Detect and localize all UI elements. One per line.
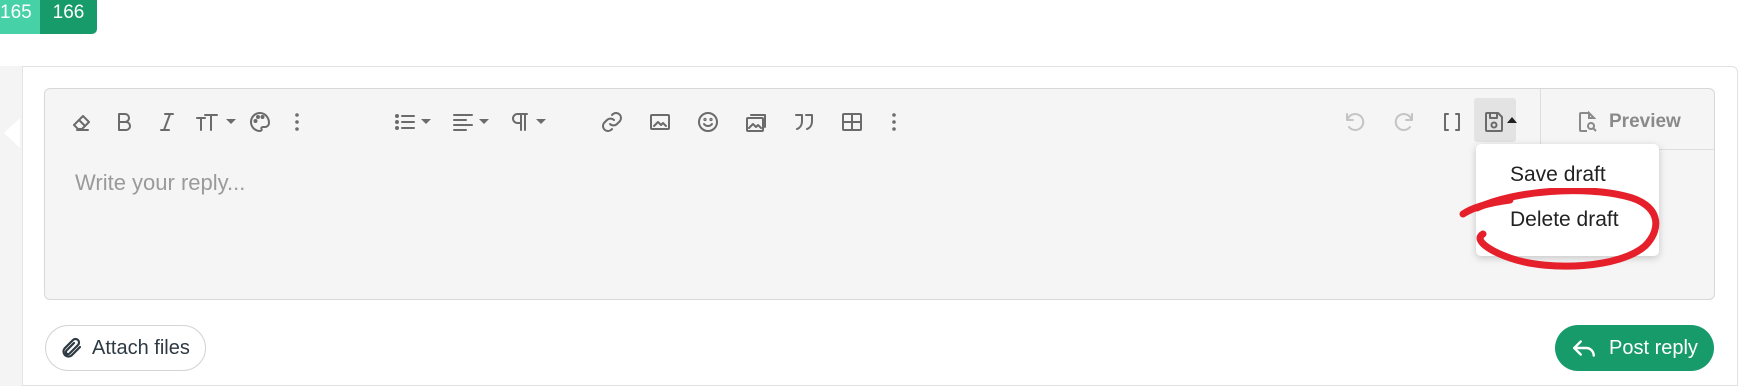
- speech-arrow: [4, 118, 20, 148]
- smiley-icon[interactable]: [691, 105, 725, 139]
- chevron-down-icon: [421, 119, 431, 124]
- chevron-down-icon: [226, 119, 236, 124]
- post-reply-button[interactable]: Post reply: [1555, 325, 1714, 371]
- save-draft-icon[interactable]: [1477, 105, 1511, 139]
- preview-label: Preview: [1609, 111, 1681, 132]
- quote-icon[interactable]: [787, 105, 821, 139]
- reply-placeholder: Write your reply...: [75, 170, 246, 195]
- more-vertical-icon[interactable]: [280, 105, 314, 139]
- list-icon[interactable]: [388, 105, 422, 139]
- page-link-165[interactable]: 165: [0, 0, 40, 34]
- table-icon[interactable]: [835, 105, 869, 139]
- paragraph-icon[interactable]: [503, 105, 537, 139]
- palette-icon[interactable]: [243, 105, 277, 139]
- preview-button[interactable]: Preview: [1575, 108, 1681, 136]
- paperclip-icon: [62, 337, 82, 358]
- toolbar-divider: [1540, 89, 1541, 149]
- align-icon[interactable]: [446, 105, 480, 139]
- avatar-gutter: [0, 66, 23, 386]
- attach-files-button[interactable]: Attach files: [45, 325, 206, 371]
- image-icon[interactable]: [643, 105, 677, 139]
- bold-icon[interactable]: [107, 105, 141, 139]
- link-icon[interactable]: [595, 105, 629, 139]
- file-search-icon: [1579, 110, 1597, 132]
- red-annotation-circle: [1459, 188, 1660, 270]
- undo-icon[interactable]: [1338, 105, 1372, 139]
- italic-icon[interactable]: [150, 105, 184, 139]
- chevron-up-icon: [1507, 117, 1517, 123]
- media-icon[interactable]: [739, 105, 773, 139]
- attach-files-label: Attach files: [92, 336, 190, 359]
- more-vertical-icon[interactable]: [877, 105, 911, 139]
- page-current-166[interactable]: 166: [40, 0, 97, 34]
- save-draft-item[interactable]: Save draft: [1510, 163, 1606, 187]
- chevron-down-icon: [536, 119, 546, 124]
- post-reply-label: Post reply: [1609, 336, 1698, 359]
- redo-icon[interactable]: [1387, 105, 1421, 139]
- reply-icon: [1573, 340, 1595, 357]
- bracket-toggle-icon[interactable]: [1435, 105, 1469, 139]
- eraser-icon[interactable]: [65, 105, 99, 139]
- text-size-icon[interactable]: [190, 105, 224, 139]
- chevron-down-icon: [479, 119, 489, 124]
- pagination: 165 166: [0, 0, 97, 34]
